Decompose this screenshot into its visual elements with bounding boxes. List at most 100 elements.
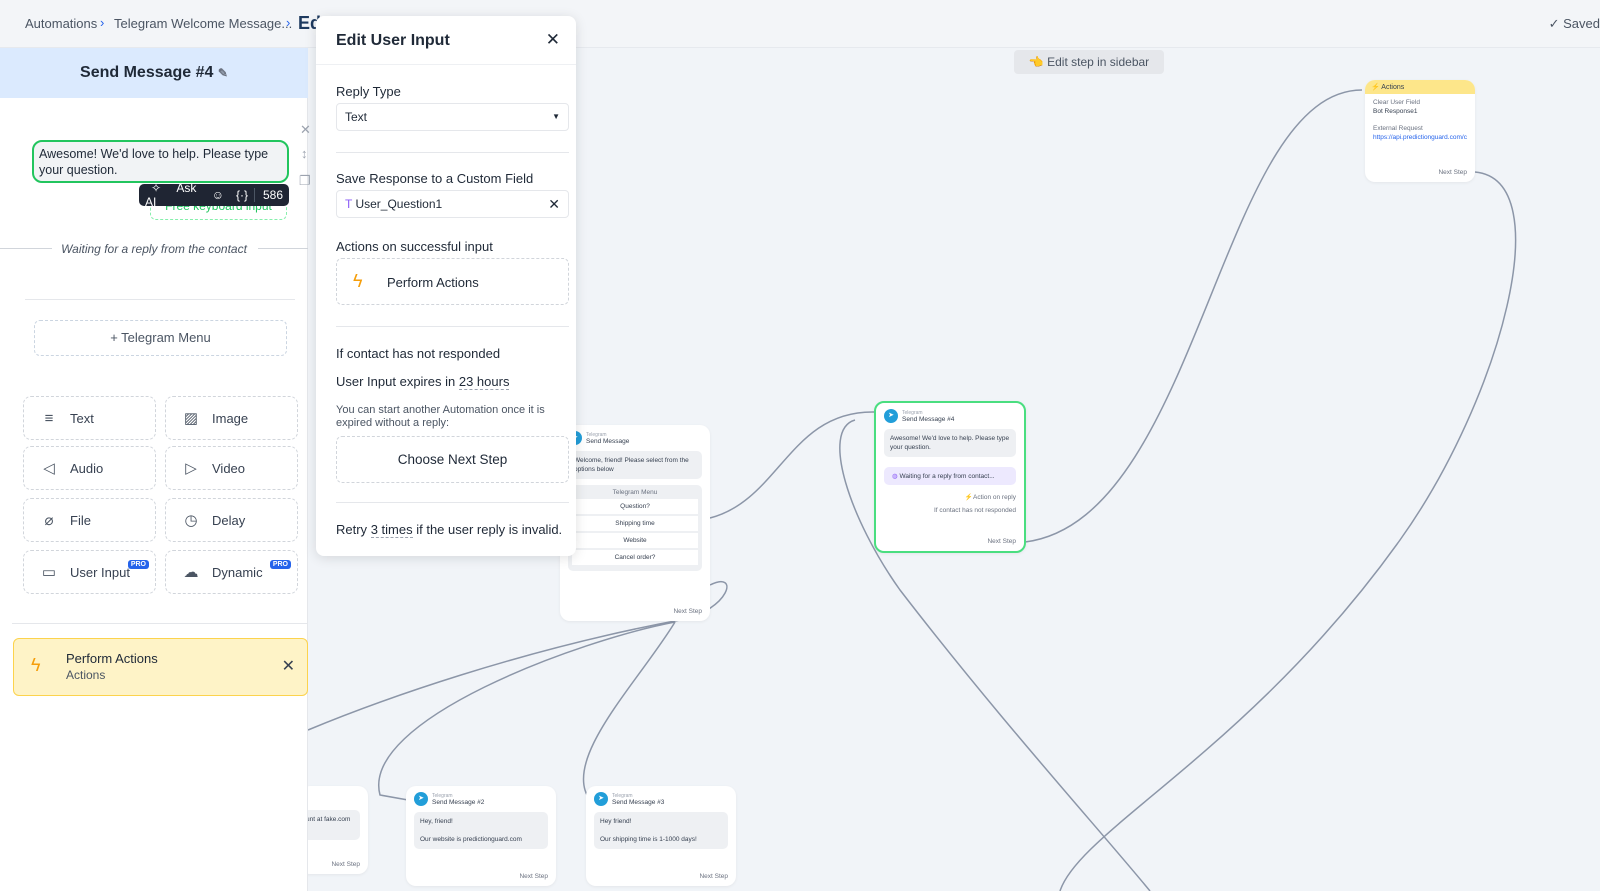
next-step-handle[interactable]: Next Step [519,873,548,880]
caret-down-icon: ▼ [552,112,560,121]
clock-icon: ◷ [184,512,198,529]
next-step-handle[interactable]: Next Step [1438,169,1467,176]
send-message-4-node[interactable]: ➤ Telegram Send Message #4 Awesome! We'd l… [874,401,1026,553]
close-icon[interactable]: ✕ [546,30,560,50]
text-type-icon: T [345,197,356,211]
menu-option[interactable]: Shipping time [572,516,698,531]
saved-status: ✓ Saved [1549,16,1600,32]
menu-option[interactable]: Cancel order? [572,550,698,565]
image-icon: ▨ [183,410,199,427]
action-label: External Request [1373,125,1423,132]
divider [336,326,569,327]
reply-type-label: Reply Type [336,84,401,99]
expires-label: User Input expires in [336,374,456,389]
node-title: Actions [1381,84,1405,91]
custom-field-value: User_Question1 [355,197,443,211]
menu-title: Telegram Menu [612,489,658,496]
perform-title: Perform Actions [66,651,158,666]
choose-next-step-button[interactable]: Choose Next Step [336,436,569,483]
reply-type-value: Text [345,110,368,124]
input-icon: ▭ [41,564,57,581]
action-value: Bot Response1 [1373,108,1418,115]
next-step-handle[interactable]: Next Step [699,873,728,880]
resize-icon[interactable]: ↕ [301,146,308,161]
waiting-badge: ◍ Waiting for a reply from contact... [884,467,1016,485]
divider [336,502,569,503]
saved-label: Saved [1563,16,1600,31]
check-icon: ✓ [1548,16,1564,31]
video-icon: ▷ [185,460,197,477]
save-response-label: Save Response to a Custom Field [336,171,534,186]
perform-subtitle: Actions [66,668,106,682]
tile-label: Text [70,410,94,426]
tile-dynamic[interactable]: ☁ Dynamic PRO [165,550,298,594]
breadcrumb-automations[interactable]: Automations [25,16,97,31]
sidebar-header: Send Message #4 ✎ [0,48,308,98]
retry-value[interactable]: 3 times [370,522,413,538]
partial-node[interactable]: unt at fake.com Next Step [300,786,368,874]
menu-option[interactable]: Question? [572,499,698,514]
expires-value[interactable]: 23 hours [458,374,510,390]
custom-field-select[interactable]: T User_Question1 ✕ [336,190,569,218]
sparkle-icon: ✧ [151,181,162,195]
copy-icon[interactable]: ❐ [299,173,311,189]
tile-label: User Input [70,564,130,580]
tile-label: File [70,512,91,528]
actions-label: Actions on successful input [336,239,493,254]
tile-file[interactable]: ⌀ File [23,498,156,542]
tile-user-input[interactable]: ▭ User Input PRO [23,550,156,594]
breadcrumb-automation[interactable]: Telegram Welcome Message... [114,16,292,31]
tile-text[interactable]: ≡ Text [23,396,156,440]
lightning-icon: ϟ [31,655,41,675]
add-telegram-menu-button[interactable]: + Telegram Menu [34,320,287,356]
node-title: Send Message #3 [612,798,665,806]
clear-icon[interactable]: ✕ [548,191,560,217]
reply-type-select[interactable]: Text ▼ [336,103,569,131]
panel-title: Edit User Input [336,32,450,49]
pencil-icon[interactable]: ✎ [218,66,228,80]
tile-image[interactable]: ▨ Image [165,396,298,440]
ask-ai-button[interactable]: ✧ Ask AI [139,181,206,209]
tile-delay[interactable]: ◷ Delay [165,498,298,542]
actions-node[interactable]: ⚡ Actions Clear User Field Bot Response1 … [1365,80,1475,182]
cloud-icon: ☁ [183,564,199,581]
pro-badge: PRO [269,560,291,569]
variables-icon[interactable]: {·} [230,188,254,202]
action-url: https://api.predictionguard.com/c [1373,134,1467,141]
emoji-icon[interactable]: ☺ [206,188,230,202]
perform-actions-card[interactable]: ϟ Perform Actions Actions ✕ [13,638,308,696]
perform-actions-button[interactable]: ϟ Perform Actions [336,258,569,305]
divider [316,64,576,65]
message-line: Our website is predictionguard.com [420,836,522,843]
char-count: 586 [253,188,289,202]
tile-label: Delay [212,512,246,528]
text-lines-icon: ≡ [44,409,54,427]
no-response-label: If contact has not responded [336,346,501,361]
node-title: Send Message #2 [432,798,485,806]
send-message-node[interactable]: ➤TelegramSend Message Welcome, friend! P… [560,425,710,621]
lightning-icon: ⚡ [964,494,973,501]
close-icon[interactable]: ✕ [282,656,295,676]
chevron-right-icon: › [286,15,291,30]
paperclip-icon: ⌀ [44,512,54,529]
next-step-handle[interactable]: Next Step [987,538,1016,545]
action-on-reply[interactable]: ⚡Action on reply [876,485,1024,501]
tile-audio[interactable]: ◁ Audio [23,446,156,490]
close-icon[interactable]: ✕ [300,122,311,138]
message-textarea[interactable]: Awesome! We'd love to help. Please type … [32,140,289,183]
send-message-2-node[interactable]: ➤ Telegram Send Message #2 Hey, friend! Our… [406,786,556,886]
waiting-text: Waiting for a reply from contact... [899,473,995,480]
next-step-handle[interactable]: Next Step [673,608,702,615]
next-step-handle[interactable]: Next Step [331,861,360,868]
tile-label: Image [212,410,249,426]
tile-video[interactable]: ▷ Video [165,446,298,490]
lightning-icon: ϟ [353,271,363,291]
send-message-3-node[interactable]: ➤ Telegram Send Message #3 Hey friend! Our … [586,786,736,886]
divider [25,299,295,300]
pointing-hand-icon: 👈 [1028,55,1048,69]
chevron-right-icon: › [100,15,105,30]
message-bubble: Awesome! We'd love to help. Please type … [884,429,1016,457]
menu-option[interactable]: Website [572,533,698,548]
node-title: Send Message #4 [902,415,955,423]
not-responded-handle[interactable]: If contact has not responded [876,501,1024,514]
